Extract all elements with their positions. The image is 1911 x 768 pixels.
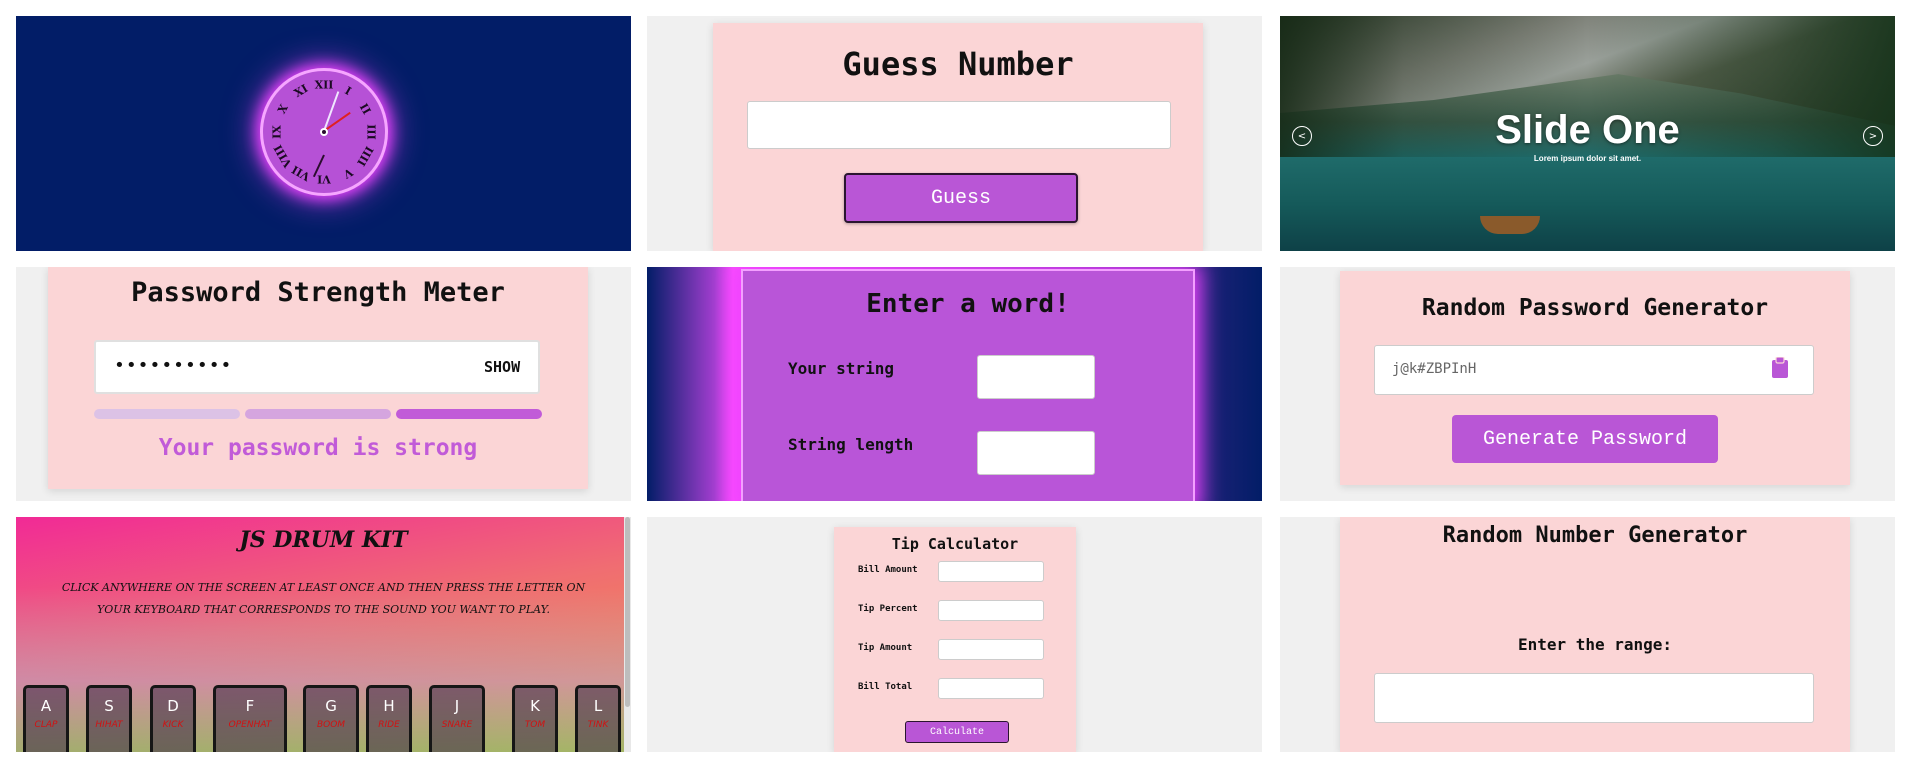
drum-kit-tile: JS Drum Kit Click anywhere on the screen… bbox=[16, 517, 631, 752]
range-input[interactable] bbox=[1374, 673, 1814, 723]
drum-key-sound: ride bbox=[378, 720, 400, 730]
guess-number-tile: Guess Number Guess bbox=[647, 16, 1262, 251]
password-meter-title: Password Strength Meter bbox=[131, 277, 505, 308]
tip-field-input[interactable] bbox=[938, 561, 1044, 582]
clock-numeral: XII bbox=[314, 78, 334, 92]
drum-key-sound: snare bbox=[441, 720, 473, 730]
guess-input[interactable] bbox=[747, 101, 1171, 149]
range-label: Enter the range: bbox=[1517, 635, 1673, 654]
drum-key-letter: L bbox=[593, 697, 603, 715]
string-label: Your string bbox=[788, 359, 894, 378]
drum-key-letter: J bbox=[454, 697, 460, 715]
drum-key-letter: K bbox=[530, 697, 540, 715]
guess-button[interactable]: Guess bbox=[844, 173, 1078, 223]
guess-card: Guess Number Guess bbox=[713, 23, 1203, 251]
guess-title: Guess Number bbox=[842, 45, 1074, 83]
string-input[interactable] bbox=[977, 355, 1095, 399]
clock-tile: XII I II III IIII V VI VII VIII IX X XI bbox=[16, 16, 631, 251]
drum-key-f[interactable]: Fopenhat bbox=[213, 685, 287, 752]
clock-numeral: I bbox=[342, 84, 353, 99]
slide-prev-button[interactable]: < bbox=[1292, 126, 1312, 146]
drum-key-sound: openhat bbox=[228, 720, 272, 730]
slide-title: Slide One bbox=[1495, 108, 1680, 152]
show-password-toggle[interactable]: SHOW bbox=[484, 358, 520, 376]
length-input[interactable] bbox=[977, 431, 1095, 475]
tip-title: Tip Calculator bbox=[891, 535, 1019, 553]
clock-numeral: IIII bbox=[353, 143, 376, 168]
strength-bar-3 bbox=[396, 409, 542, 419]
clock-numeral: V bbox=[340, 164, 355, 181]
analog-clock: XII I II III IIII V VI VII VIII IX X XI bbox=[263, 71, 385, 193]
generate-password-button[interactable]: Generate Password bbox=[1452, 415, 1718, 463]
password-value: •••••••••• bbox=[114, 355, 233, 376]
drum-key-g[interactable]: Gboom bbox=[303, 685, 359, 752]
drum-key-sound: hihat bbox=[95, 720, 123, 730]
tip-field-input[interactable] bbox=[938, 678, 1044, 699]
password-meter-tile: Password Strength Meter •••••••••• SHOW … bbox=[16, 267, 631, 501]
slide-next-button[interactable]: > bbox=[1863, 126, 1883, 146]
tip-calculator-tile: Tip Calculator Bill Amount Tip Percent Tip… bbox=[647, 517, 1262, 752]
image-slider-tile: Slide One Lorem ipsum dolor sit amet. < … bbox=[1280, 16, 1895, 251]
clock-center bbox=[320, 128, 328, 136]
drum-title: JS Drum Kit bbox=[239, 527, 408, 553]
clock-numeral: X bbox=[275, 101, 292, 116]
clock-numeral: XI bbox=[291, 82, 310, 101]
drum-instructions: Click anywhere on the screen at least on… bbox=[61, 581, 586, 616]
drum-key-letter: S bbox=[104, 697, 114, 715]
drum-key-sound: tink bbox=[587, 720, 609, 730]
slide-boat bbox=[1480, 216, 1540, 234]
drum-key-l[interactable]: Ltink bbox=[575, 685, 621, 752]
length-label: String length bbox=[788, 435, 914, 454]
clock-numeral: IX bbox=[270, 125, 284, 139]
rng-title: Random Number Generator bbox=[1442, 523, 1748, 548]
drum-key-letter: A bbox=[40, 697, 52, 715]
drum-key-letter: F bbox=[245, 697, 255, 715]
tip-field-label: Bill Total bbox=[858, 682, 913, 692]
drum-key-sound: kick bbox=[162, 720, 184, 730]
rng-card: Random Number Generator Enter the range: bbox=[1340, 517, 1850, 752]
calculate-button[interactable]: Calculate bbox=[905, 721, 1009, 743]
drum-key-sound: clap bbox=[34, 720, 58, 730]
word-title: Enter a word! bbox=[866, 289, 1070, 319]
clock-numeral: VIII bbox=[271, 141, 295, 170]
password-meter-card: Password Strength Meter •••••••••• SHOW … bbox=[48, 267, 588, 489]
word-card: Enter a word! Your string String length bbox=[743, 271, 1193, 501]
drum-key-sound: tom bbox=[524, 720, 546, 730]
drum-key-j[interactable]: Jsnare bbox=[429, 685, 485, 752]
word-tile: Enter a word! Your string String length bbox=[647, 267, 1262, 501]
tip-field-label: Bill Amount bbox=[858, 565, 918, 575]
drum-key-letter: D bbox=[167, 697, 179, 715]
drum-key-sound: boom bbox=[316, 720, 346, 730]
drum-key-h[interactable]: Hride bbox=[366, 685, 412, 752]
slide-subtitle: Lorem ipsum dolor sit amet. bbox=[1533, 154, 1642, 163]
drum-scrollbar[interactable] bbox=[624, 517, 631, 752]
drum-key-a[interactable]: Aclap bbox=[23, 685, 69, 752]
generated-password: j@k#ZBPInH bbox=[1392, 361, 1477, 377]
password-generator-tile: Random Password Generator j@k#ZBPInH Gen… bbox=[1280, 267, 1895, 501]
clipboard-icon[interactable] bbox=[1771, 356, 1789, 379]
drum-key-s[interactable]: Shihat bbox=[86, 685, 132, 752]
tip-field-label: Tip Percent bbox=[858, 604, 918, 614]
clock-numeral: III bbox=[364, 124, 378, 140]
drum-key-letter: H bbox=[383, 697, 395, 715]
tip-card: Tip Calculator Bill Amount Tip Percent Tip… bbox=[834, 527, 1076, 752]
drum-key-k[interactable]: Ktom bbox=[512, 685, 558, 752]
tip-field-input[interactable] bbox=[938, 639, 1044, 660]
generator-title: Random Password Generator bbox=[1421, 295, 1769, 321]
tip-field-label: Tip Amount bbox=[858, 643, 913, 653]
strength-bar-1 bbox=[94, 409, 240, 419]
strength-text: Your password is strong bbox=[158, 435, 478, 461]
clock-numeral: VII bbox=[289, 162, 312, 184]
rng-tile: Random Number Generator Enter the range: bbox=[1280, 517, 1895, 752]
tip-field-input[interactable] bbox=[938, 600, 1044, 621]
strength-bar-2 bbox=[245, 409, 391, 419]
clock-numeral: VI bbox=[317, 172, 331, 186]
drum-key-d[interactable]: Dkick bbox=[150, 685, 196, 752]
drum-key-letter: G bbox=[325, 697, 337, 715]
generator-card: Random Password Generator j@k#ZBPInH Gen… bbox=[1340, 271, 1850, 485]
clock-numeral: II bbox=[356, 100, 373, 117]
